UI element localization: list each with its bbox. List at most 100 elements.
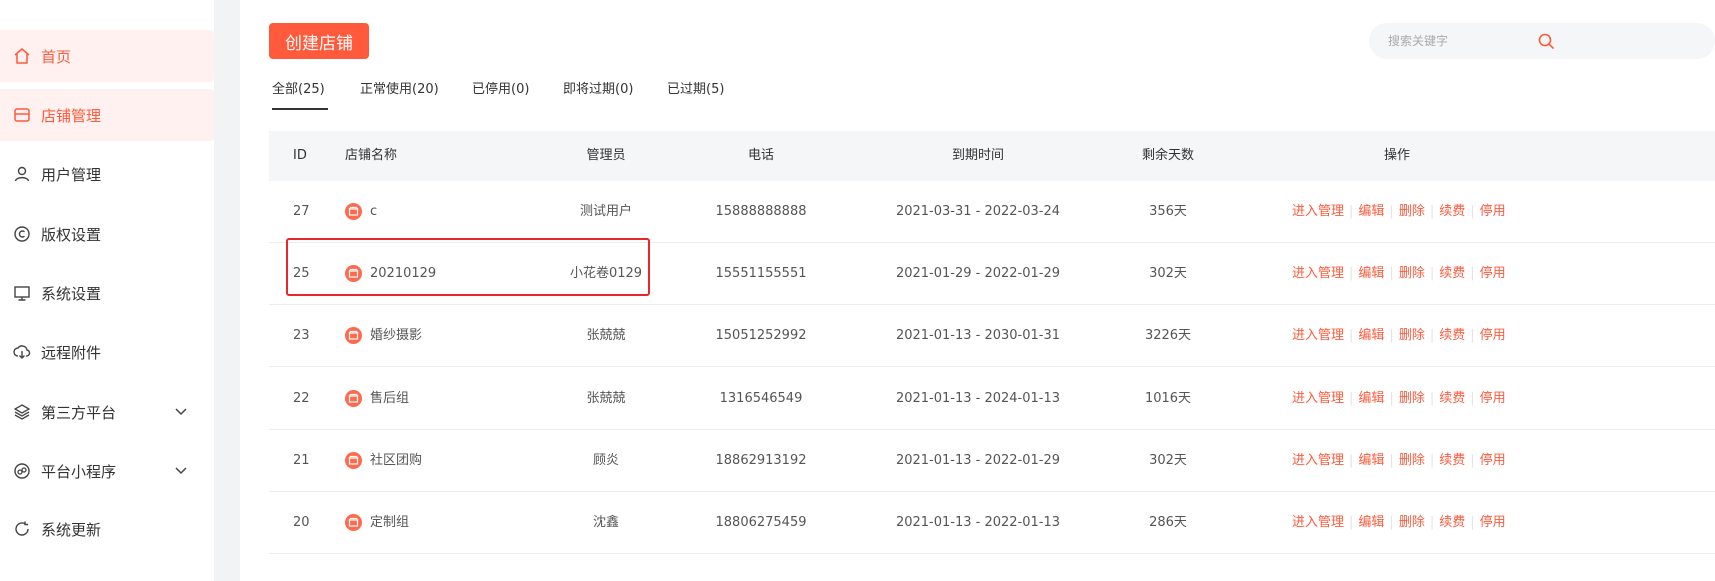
sidebar-item-system-settings[interactable]: 系统设置 <box>0 267 214 319</box>
row-operations: 进入管理 | 编辑 | 删除 | 续费 | 停用 <box>1292 305 1506 367</box>
delete-link[interactable]: 删除 <box>1399 453 1425 468</box>
search-box[interactable] <box>1369 23 1715 59</box>
sidebar-item-home[interactable]: 首页 <box>0 30 214 82</box>
tab-disabled[interactable]: 已停用(0) <box>472 78 529 110</box>
sidebar-item-store-management[interactable]: 店铺管理 <box>0 89 214 141</box>
cell-expire: 2021-01-29 - 2022-01-29 <box>895 266 1061 282</box>
cell-days: 356天 <box>1149 204 1187 219</box>
table-row: 20 定制组 沈鑫 18806275459 2021-01-13 - 2022-… <box>269 492 1715 554</box>
sidebar-item-platform-miniprogram[interactable]: 平台小程序 <box>0 445 214 497</box>
sidebar-item-label: 版权设置 <box>41 225 102 244</box>
cell-admin: 顾炎 <box>592 452 620 468</box>
sidebar-item-system-update[interactable]: 系统更新 <box>0 503 214 555</box>
header-id: ID <box>293 148 307 163</box>
cell-expire: 2021-01-13 - 2022-01-29 <box>895 452 1061 468</box>
sidebar-item-remote-attachments[interactable]: 远程附件 <box>0 326 214 378</box>
separator: | <box>1429 204 1435 219</box>
tab-normal[interactable]: 正常使用(20) <box>360 78 439 110</box>
tab-expiring-soon[interactable]: 即将过期(0) <box>563 78 633 110</box>
disable-link[interactable]: 停用 <box>1480 515 1506 530</box>
copyright-icon <box>12 224 32 244</box>
separator: | <box>1349 328 1354 344</box>
disable-link[interactable]: 停用 <box>1480 391 1506 406</box>
edit-link[interactable]: 编辑 <box>1358 391 1384 406</box>
search-input[interactable] <box>1386 33 1540 49</box>
cell-days: 302天 <box>1149 452 1187 468</box>
delete-link[interactable]: 删除 <box>1399 515 1425 530</box>
enter-management-link[interactable]: 进入管理 <box>1292 515 1344 530</box>
store-icon <box>345 451 362 469</box>
edit-link[interactable]: 编辑 <box>1358 204 1384 219</box>
table-header: ID 店铺名称 管理员 电话 到期时间 剩余天数 操作 <box>269 131 1715 181</box>
store-icon <box>345 327 362 345</box>
enter-management-link[interactable]: 进入管理 <box>1292 266 1344 281</box>
delete-link[interactable]: 删除 <box>1399 328 1425 343</box>
layout-gutter <box>214 0 240 581</box>
edit-link[interactable]: 编辑 <box>1358 328 1384 343</box>
create-store-button[interactable]: 创建店铺 <box>269 23 369 59</box>
enter-management-link[interactable]: 进入管理 <box>1292 328 1344 343</box>
sidebar-item-user-management[interactable]: 用户管理 <box>0 148 214 200</box>
sidebar-item-copyright[interactable]: 版权设置 <box>0 208 214 260</box>
renew-link[interactable]: 续费 <box>1439 328 1465 343</box>
sidebar-item-label: 首页 <box>41 47 72 66</box>
edit-link[interactable]: 编辑 <box>1358 515 1384 530</box>
disable-link[interactable]: 停用 <box>1480 328 1506 343</box>
renew-link[interactable]: 续费 <box>1439 391 1465 406</box>
tab-all[interactable]: 全部(25) <box>272 78 328 110</box>
separator: | <box>1389 452 1394 468</box>
disable-link[interactable]: 停用 <box>1480 266 1506 281</box>
table-row: 25 20210129 小花卷0129 15551155551 2021-01-… <box>269 243 1715 306</box>
cell-id: 21 <box>293 452 310 468</box>
separator: | <box>1470 204 1475 219</box>
cloud-download-icon <box>12 342 32 362</box>
header-name: 店铺名称 <box>345 148 398 163</box>
separator: | <box>1389 328 1394 344</box>
separator: | <box>1470 452 1475 468</box>
sidebar-item-label: 第三方平台 <box>41 403 117 422</box>
separator: | <box>1349 266 1354 282</box>
tab-expired[interactable]: 已过期(5) <box>667 78 724 110</box>
renew-link[interactable]: 续费 <box>1439 453 1465 468</box>
separator: | <box>1389 266 1394 282</box>
renew-link[interactable]: 续费 <box>1439 266 1465 281</box>
enter-management-link[interactable]: 进入管理 <box>1292 391 1344 406</box>
cell-phone: 15551155551 <box>715 266 807 282</box>
separator: | <box>1349 452 1354 468</box>
cell-admin: 沈鑫 <box>592 515 620 530</box>
chevron-down-icon[interactable] <box>172 461 190 479</box>
cell-admin: 小花卷0129 <box>569 266 643 282</box>
header-ops: 操作 <box>1383 148 1411 163</box>
cell-id: 22 <box>293 390 310 406</box>
sidebar-item-third-party[interactable]: 第三方平台 <box>0 386 214 438</box>
separator: | <box>1470 328 1475 344</box>
cell-id: 25 <box>293 266 310 282</box>
enter-management-link[interactable]: 进入管理 <box>1292 204 1344 219</box>
enter-management-link[interactable]: 进入管理 <box>1292 453 1344 468</box>
layers-icon <box>12 402 32 422</box>
renew-link[interactable]: 续费 <box>1439 515 1465 530</box>
cell-admin: 张兢兢 <box>586 390 626 406</box>
edit-link[interactable]: 编辑 <box>1358 453 1384 468</box>
renew-link[interactable]: 续费 <box>1439 204 1465 219</box>
separator: | <box>1389 390 1394 406</box>
chevron-down-icon[interactable] <box>172 402 190 420</box>
delete-link[interactable]: 删除 <box>1399 204 1425 219</box>
row-operations: 进入管理 | 编辑 | 删除 | 续费 | 停用 <box>1292 492 1506 554</box>
table-row: 23 婚纱摄影 张兢兢 15051252992 2021-01-13 - 203… <box>269 305 1715 368</box>
disable-link[interactable]: 停用 <box>1480 204 1506 219</box>
disable-link[interactable]: 停用 <box>1480 453 1506 468</box>
search-icon[interactable] <box>1537 32 1555 50</box>
separator: | <box>1429 452 1435 468</box>
delete-link[interactable]: 删除 <box>1399 266 1425 281</box>
separator: | <box>1429 266 1435 282</box>
table-row: 27 c 测试用户 15888888888 2021-03-31 - 2022-… <box>269 181 1715 243</box>
cell-days: 1016天 <box>1144 390 1192 406</box>
delete-link[interactable]: 删除 <box>1399 391 1425 406</box>
sidebar-item-label: 系统设置 <box>41 284 102 303</box>
cell-store-name: 20210129 <box>370 266 437 282</box>
separator: | <box>1349 390 1354 406</box>
cell-admin: 张兢兢 <box>586 328 626 344</box>
cell-store-name: 婚纱摄影 <box>370 328 423 344</box>
edit-link[interactable]: 编辑 <box>1358 266 1384 281</box>
